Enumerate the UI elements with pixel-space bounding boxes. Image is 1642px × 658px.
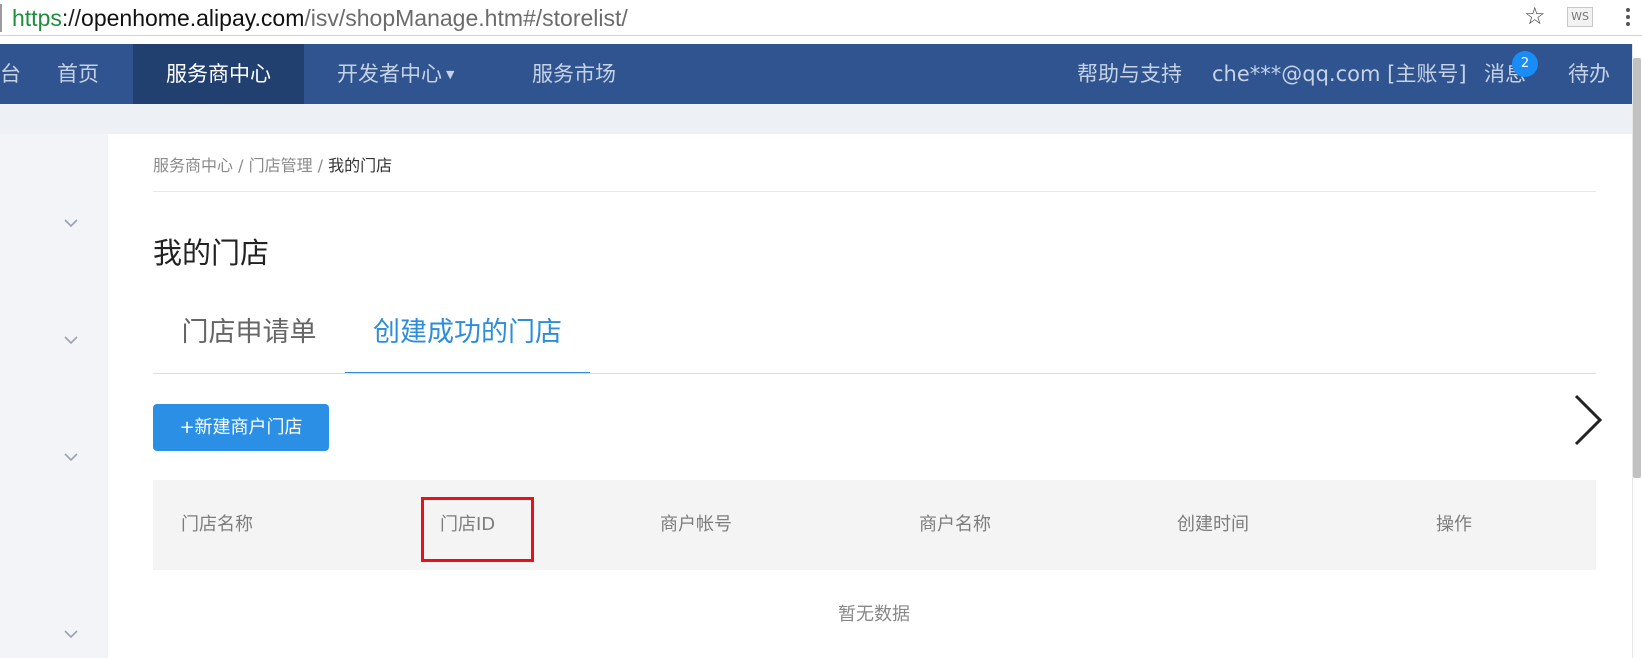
browser-address-bar[interactable]: https://openhome.alipay.com/isv/shopMana…	[0, 0, 1642, 36]
column-header-actions: 操作	[1436, 514, 1472, 535]
column-header-merchant-name: 商户名称	[919, 514, 991, 535]
empty-state-text: 暂无数据	[838, 604, 910, 625]
breadcrumb-service-center[interactable]: 服务商中心	[153, 156, 233, 175]
url-host: openhome.alipay.com	[81, 5, 305, 31]
message-count-badge: 2	[1512, 51, 1538, 77]
main-content	[108, 134, 1632, 658]
column-header-merchant-account: 商户帐号	[660, 514, 732, 535]
extension-icon[interactable]: WS	[1567, 7, 1593, 27]
nav-item-developer-center[interactable]: 开发者中心 ▼	[337, 44, 454, 104]
url-scheme: https	[12, 5, 62, 31]
url-separator: ://	[61, 5, 82, 31]
page-scrollbar-thumb[interactable]	[1633, 58, 1641, 478]
breadcrumb-divider	[153, 191, 1596, 192]
table-header	[153, 480, 1596, 570]
tabs-divider	[153, 373, 1596, 374]
nav-item-platform[interactable]: 台	[0, 44, 21, 104]
url-path: /isv/shopManage.htm#/storelist/	[304, 5, 628, 31]
column-header-store-name: 门店名称	[181, 514, 253, 535]
tab-store-applications[interactable]: 门店申请单	[153, 312, 345, 374]
new-merchant-store-button[interactable]: +新建商户门店	[153, 404, 329, 451]
breadcrumb-separator: /	[233, 156, 249, 175]
page-title: 我的门店	[153, 236, 270, 270]
nav-account[interactable]: che***@qq.com [主账号]	[1212, 44, 1467, 104]
url-text[interactable]: https://openhome.alipay.com/isv/shopMana…	[12, 4, 628, 32]
chevron-down-icon[interactable]	[62, 448, 80, 466]
nav-item-service-center[interactable]: 服务商中心	[133, 44, 304, 104]
sidebar	[0, 134, 108, 658]
store-id-highlight-box	[421, 497, 534, 562]
breadcrumb-current: 我的门店	[328, 156, 393, 175]
header-strip	[0, 104, 1632, 134]
bookmark-star-icon[interactable]: ☆	[1524, 3, 1546, 31]
browser-menu-icon[interactable]	[1626, 8, 1630, 28]
breadcrumb-separator: /	[312, 156, 329, 175]
nav-item-service-market[interactable]: 服务市场	[532, 44, 616, 104]
tab-created-stores[interactable]: 创建成功的门店	[345, 312, 590, 374]
chevron-down-icon[interactable]	[62, 331, 80, 349]
chevron-right-icon[interactable]	[1568, 390, 1608, 450]
column-header-created-time: 创建时间	[1177, 514, 1249, 535]
address-bar-edge	[0, 4, 2, 32]
nav-item-home[interactable]: 首页	[57, 44, 99, 104]
caret-down-icon: ▼	[446, 68, 455, 81]
nav-item-developer-center-label: 开发者中心	[337, 62, 442, 86]
chevron-down-icon[interactable]	[62, 625, 80, 643]
breadcrumb: 服务商中心 / 门店管理 / 我的门店	[153, 156, 392, 176]
top-navigation: 台 首页 服务商中心 开发者中心 ▼ 服务市场 帮助与支持 che***@qq.c…	[0, 44, 1632, 104]
breadcrumb-store-management[interactable]: 门店管理	[249, 156, 313, 175]
chevron-down-icon[interactable]	[62, 214, 80, 232]
nav-help-support[interactable]: 帮助与支持	[1077, 44, 1182, 104]
nav-todo[interactable]: 待办	[1568, 44, 1610, 104]
